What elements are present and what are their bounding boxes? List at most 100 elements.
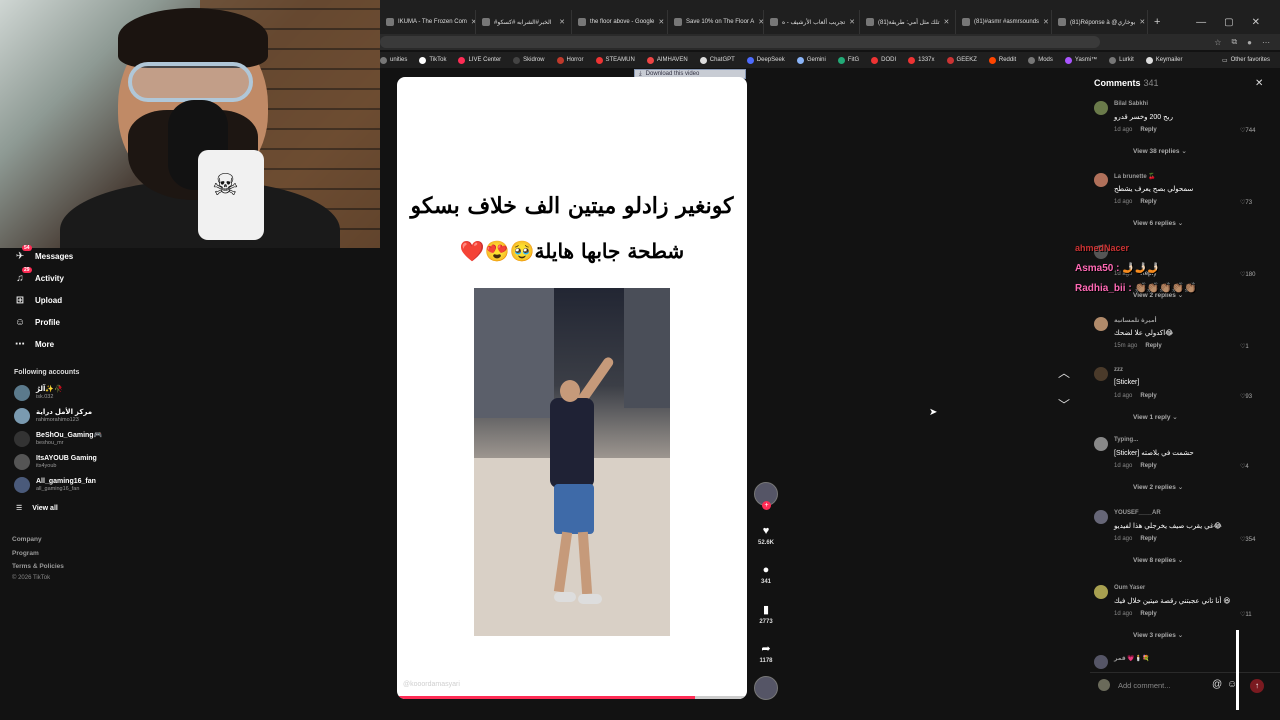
bookmark-item[interactable]: Keymailer (1145, 56, 1182, 64)
following-account[interactable]: BeShOu_Gaming🎮 beshou_mr (14, 431, 102, 447)
scrollbar[interactable] (1236, 630, 1239, 710)
nav-profile[interactable]: ☺ Profile (14, 316, 60, 328)
maximize-icon[interactable]: ▢ (1224, 17, 1233, 28)
comment-like-button[interactable]: ♡4 (1240, 463, 1249, 470)
reply-button[interactable]: Reply (1145, 343, 1161, 349)
send-icon[interactable]: ↑ (1250, 679, 1264, 693)
tab[interactable]: IKUMA - The Frozen Com✕ (380, 10, 476, 34)
view-replies-button[interactable]: View 2 replies ⌄ (1133, 483, 1183, 491)
nav-more[interactable]: ⋯ More (14, 338, 54, 350)
comment-username[interactable]: أميرة تلمسانية (1114, 317, 1157, 324)
reply-button[interactable]: Reply (1140, 536, 1156, 542)
reply-button[interactable]: Reply (1140, 611, 1156, 617)
avatar[interactable] (1094, 655, 1108, 669)
comment-username[interactable]: Oum Yaser (1114, 585, 1145, 591)
reply-button[interactable]: Reply (1140, 463, 1156, 469)
address-bar[interactable] (380, 36, 1100, 48)
new-tab-icon[interactable]: + (1148, 16, 1160, 28)
chevron-down-icon[interactable]: ﹀ (1058, 396, 1070, 413)
tab[interactable]: (81)#asmr #asmrsounds ✕ (956, 10, 1052, 34)
bookmark-item[interactable]: Horror (556, 56, 584, 64)
nav-messages[interactable]: ✈ 54 Messages (14, 245, 73, 262)
tab[interactable]: (81)Réponse à @بوخاري ✕ (1052, 10, 1148, 34)
video-progress-bar[interactable] (397, 696, 747, 699)
bookmark-item[interactable]: ChatGPT (699, 56, 735, 64)
comment-like-button[interactable]: ♡73 (1240, 199, 1252, 206)
bookmark-item[interactable]: DODI (871, 56, 896, 64)
star-icon[interactable]: ☆ (1214, 38, 1221, 47)
avatar[interactable] (1094, 317, 1108, 331)
avatar[interactable] (1094, 585, 1108, 599)
minimize-icon[interactable]: — (1196, 17, 1206, 28)
bookmark-item[interactable]: unities (380, 56, 407, 64)
tab[interactable]: the floor above - Google ✕ (572, 10, 668, 34)
comment-username[interactable]: Bilal Sabkhi (1114, 101, 1148, 107)
comment-like-button[interactable]: ♡1 (1240, 343, 1249, 350)
nav-activity[interactable]: ♫ 29 Activity (14, 267, 64, 284)
comment-like-button[interactable]: ♡93 (1240, 393, 1252, 400)
avatar[interactable] (1094, 101, 1108, 115)
share-button[interactable]: ➦ 1178 (751, 642, 781, 664)
avatar[interactable] (1094, 510, 1108, 524)
avatar[interactable] (1094, 367, 1108, 381)
bookmark-item[interactable]: LIVE Center (458, 56, 501, 64)
bookmark-item[interactable]: Skidrow (513, 56, 545, 64)
view-all-button[interactable]: ☰ View all (16, 504, 58, 513)
bookmark-item[interactable]: Lurkit (1109, 56, 1134, 64)
bookmark-item[interactable]: Reddit (988, 56, 1016, 64)
tab[interactable]: #الخبر#الشرابه #كسكو ✕ (476, 10, 572, 34)
close-icon[interactable]: ✕ (559, 18, 565, 26)
add-comment-input[interactable]: Add comment... (1118, 681, 1171, 690)
chevron-up-icon[interactable]: ︿ (1058, 364, 1070, 381)
close-icon[interactable]: ✕ (658, 18, 664, 26)
close-icon[interactable]: ✕ (1139, 18, 1145, 26)
following-account[interactable]: مركز الأمل دراية rahimorahimo123 (14, 408, 92, 424)
footer-link-company[interactable]: Company (12, 536, 42, 543)
close-icon[interactable]: ✕ (944, 18, 950, 26)
bookmark-item[interactable]: FitG (837, 56, 859, 64)
bookmark-item[interactable]: AIMHAVEN (646, 56, 688, 64)
comment-username[interactable]: YOUSEF____AR (1114, 510, 1161, 516)
following-account[interactable]: All_gaming16_fan all_gaming16_fan (14, 477, 96, 493)
video-player[interactable]: كونغير زادلو ميتين الف خلاف بسكو شطحة جا… (397, 77, 747, 699)
comment-like-button[interactable]: ♡11 (1240, 611, 1252, 618)
reply-button[interactable]: Reply (1140, 127, 1156, 133)
comment-username[interactable]: قمر 💗🕯️💐 (1114, 655, 1150, 662)
close-icon[interactable]: ✕ (1043, 18, 1049, 26)
bookmark-item[interactable]: 1337x (908, 56, 935, 64)
view-replies-button[interactable]: View 3 replies ⌄ (1133, 631, 1183, 639)
following-account[interactable]: ItsAYOUB Gaming its4youb (14, 454, 97, 470)
like-button[interactable]: ♥ 52.6K (751, 525, 781, 546)
footer-link-terms[interactable]: Terms & Policies (12, 563, 64, 570)
bookmark-item[interactable]: DeepSeek (746, 56, 785, 64)
tab[interactable]: تجريب ألعاب الأرشيف - ه ✕ (764, 10, 860, 34)
comment-like-button[interactable]: ♡354 (1240, 536, 1255, 543)
comment-username[interactable]: zzz (1114, 367, 1123, 373)
view-replies-button[interactable]: View 6 replies ⌄ (1133, 219, 1183, 227)
view-replies-button[interactable]: View 38 replies ⌄ (1133, 147, 1187, 155)
bookmark-item[interactable]: STEAMUN (595, 56, 635, 64)
follow-plus-icon[interactable]: + (762, 501, 771, 510)
tab[interactable]: (81)تلك مثل أمي: طريقة ✕ (860, 10, 956, 34)
window-close-icon[interactable]: ✕ (1252, 17, 1260, 28)
close-icon[interactable]: ✕ (849, 18, 855, 26)
view-replies-button[interactable]: View 1 reply ⌄ (1133, 413, 1178, 421)
comment-like-button[interactable]: ♡744 (1240, 127, 1255, 134)
save-button[interactable]: ▮ 2773 (751, 603, 781, 625)
extensions-icon[interactable]: ⧉ (1231, 37, 1237, 47)
comment-username[interactable]: Typing... (1114, 437, 1138, 443)
view-replies-button[interactable]: View 8 replies ⌄ (1133, 556, 1183, 564)
reply-button[interactable]: Reply (1140, 393, 1156, 399)
tab[interactable]: Save 10% on The Floor A ✕ (668, 10, 764, 34)
footer-link-program[interactable]: Program (12, 550, 39, 557)
comment-username[interactable]: La brunette 🍒 (1114, 173, 1156, 180)
profile-icon[interactable]: ● (1247, 38, 1252, 47)
menu-icon[interactable]: ⋯ (1262, 38, 1270, 47)
avatar[interactable] (1094, 173, 1108, 187)
bookmark-item[interactable]: Yasmi™ (1064, 56, 1097, 64)
bookmark-item[interactable]: GEEKZ (946, 56, 977, 64)
following-account[interactable]: آلرُ✨🥀 isk.032 (14, 385, 63, 401)
nav-upload[interactable]: ⊞ Upload (14, 294, 62, 306)
avatar[interactable] (1094, 437, 1108, 451)
close-icon[interactable]: ✕ (1255, 78, 1263, 89)
